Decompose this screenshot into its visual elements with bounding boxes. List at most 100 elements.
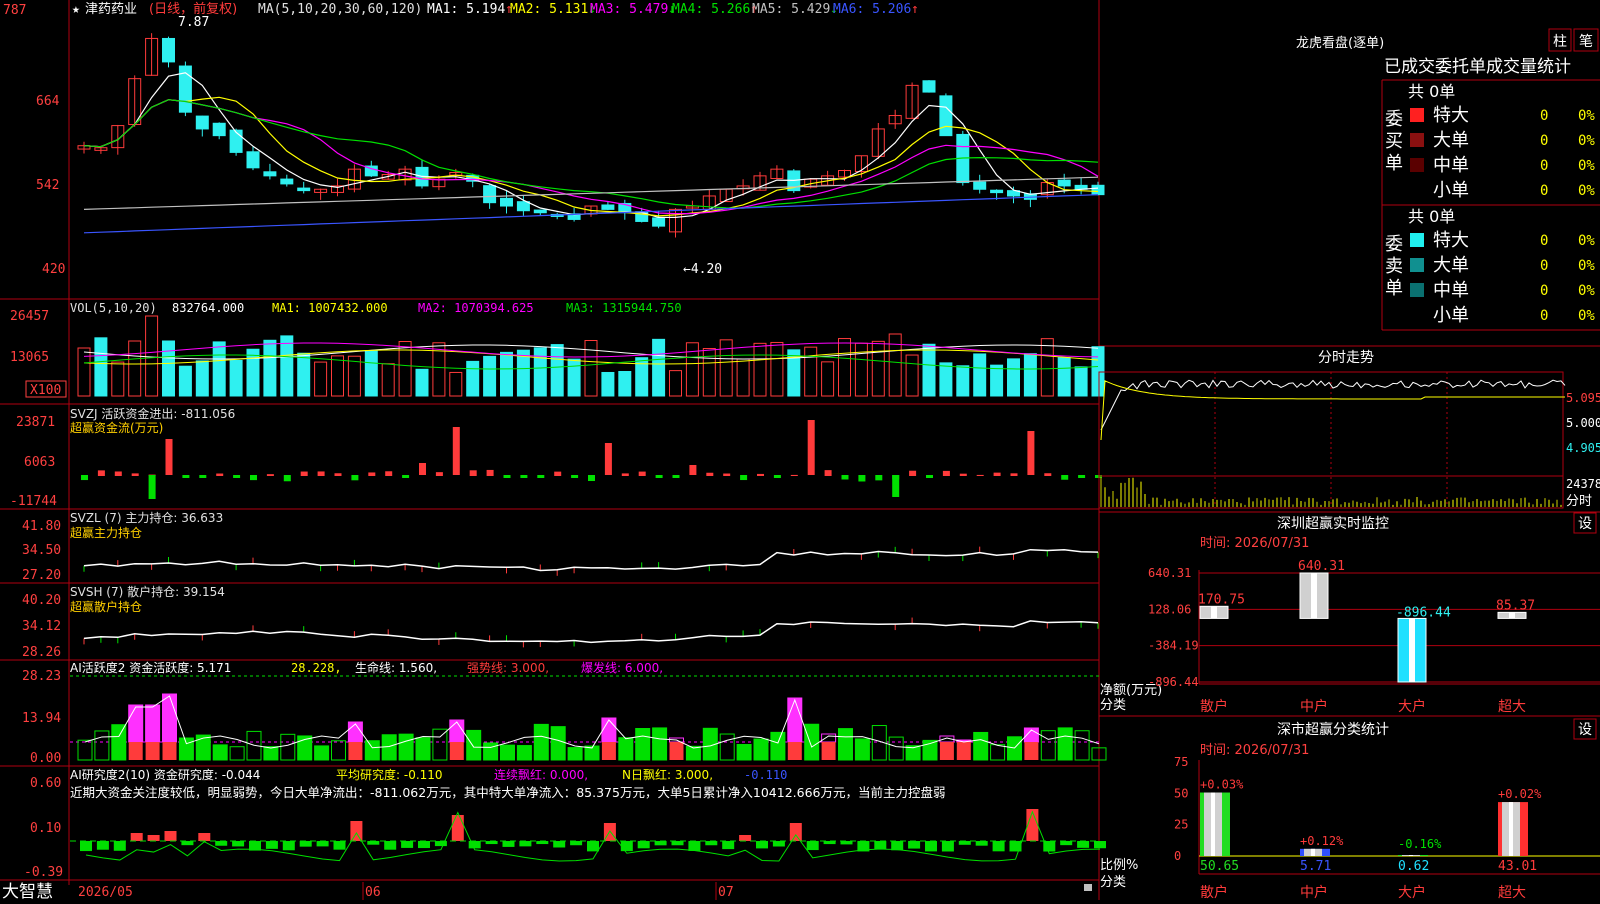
ai-research-bars [70,809,1106,862]
flow-bar [926,475,933,478]
flow-bar [1061,475,1069,480]
flow-bar [368,472,376,476]
flow-bar [452,427,460,475]
stock-name[interactable]: 津药药业 [85,2,137,17]
svzl-y-tick: 27.20 [22,568,61,583]
y-tick: 420 [42,262,65,277]
intraday-price-line [1100,379,1566,431]
brand-logo[interactable]: 大智慧 [2,882,53,902]
lock-icon[interactable] [1084,884,1092,891]
active-bar [195,734,211,761]
research-bar [688,841,701,851]
flow-bar [773,475,781,478]
flow-bar [1044,473,1052,476]
active-bar [432,728,448,761]
active-bar-hot [821,733,837,743]
sz-monitor-ticks: 640.31 128.06 -384.19 -896.44 [1148,566,1600,689]
row-name: 中单 [1433,280,1469,301]
research-bar [705,841,718,846]
main-chart-header: 787 ★ 津药药业 (日线，前复权) MA(5,10,20,30,60,120… [3,1,919,18]
active-bar [466,729,482,761]
research-bar [215,841,228,846]
ai-research-avg: 平均研究度: -0.110 [336,767,443,782]
sz-class-ylabel2: 分类 [1100,875,1126,890]
flow-bar [740,475,748,481]
candle-body [212,122,226,137]
candle-body [280,178,294,185]
row-name: 中单 [1433,155,1469,176]
row-count: 0 [1540,283,1548,299]
flow-bar [81,475,88,481]
active-bar [854,738,870,761]
volume-bar [922,343,936,397]
research-bar [806,841,819,851]
flow-bar [199,475,207,478]
y-tick: 25 [1174,818,1188,832]
row-count: 0 [1540,258,1548,274]
candle-body [533,209,547,214]
volume-bar [736,358,750,397]
monitor-bar-shine [1311,573,1317,619]
volume-bar [871,340,885,397]
research-bar [1077,841,1090,848]
svzl-header: SVZL (7) 主力持仓: 36.633 [70,510,223,525]
svsh-y-tick: 28.26 [22,645,61,660]
flow-bar [621,473,629,476]
intraday-lines [1100,379,1566,507]
active-bar-hot [787,697,803,743]
sz-class-time: 时间: 2026/07/31 [1200,743,1309,758]
research-line [85,810,1101,862]
active-bar [973,731,989,761]
research-bar [316,841,329,847]
active-bar [415,737,431,761]
active-bar [381,734,397,761]
flow-bar [689,465,697,475]
flow-bar [317,471,325,476]
research-bar [637,841,650,849]
volume-bar [601,371,615,397]
active-bar-base [821,742,836,760]
candle-body [162,37,175,63]
volume-bar [804,346,818,397]
vol-ma3: MA3: 1315944.750 [566,301,682,315]
category-label: 大户 [1398,698,1426,715]
svzl-subtitle: 超赢主力持仓 [70,525,142,540]
row-pct: 0% [1578,183,1595,199]
bar-change-label: +0.03% [1200,778,1244,792]
flow-bar [165,439,173,475]
legend-swatch [1410,133,1424,147]
svzl-line [83,546,1099,576]
active-bar [719,733,735,761]
active-bar-hot [449,719,465,743]
date-label: 07 [718,885,734,900]
vol-ma1: MA1: 1007432.000 [272,301,388,315]
star-icon[interactable]: ★ [72,2,80,17]
candle-body [601,204,615,210]
row-name: 小单 [1433,180,1469,201]
research-bar [789,823,802,841]
svsh-subtitle: 超赢散户持仓 [70,599,142,614]
sz-monitor-panel: 深圳超赢实时监控 设 时间: 2026/07/31 净额(万元) 分类 640.… [1100,512,1600,715]
research-bar [113,841,126,851]
ai-active-bars [77,693,1107,761]
sell-label: 委卖单 [1385,234,1403,299]
flow-bar [250,475,257,481]
active-bar [1074,730,1090,761]
intraday-price: 4.905 [1566,441,1600,455]
research-bar [671,841,684,846]
category-label: 中户 [1300,884,1328,900]
volume-bar [533,347,547,397]
flow-bar [385,471,393,476]
active-bar-base [956,742,971,760]
vol-header: VOL(5,10,20) [70,301,157,315]
flow-bar [757,473,764,476]
ai-strong-line: 强势线: 3.000, [467,661,549,675]
volume-bar [1023,353,1037,397]
volume-bar [111,361,125,397]
research-bar [722,841,735,850]
volume-bar [364,350,378,397]
volume-bar [973,353,987,397]
ma-value-4: MA4: 5.266 [672,2,750,17]
ma-header[interactable]: MA(5,10,20,30,60,120) [258,2,422,17]
volume-bar [128,340,142,397]
